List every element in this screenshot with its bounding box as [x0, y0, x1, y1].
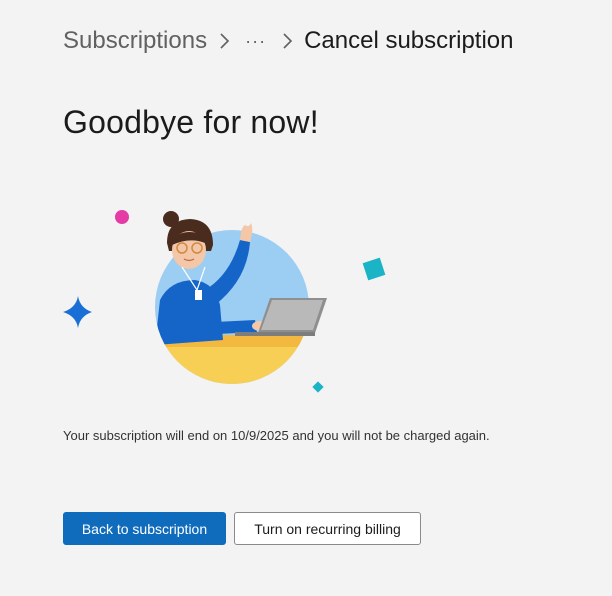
chevron-right-icon — [270, 22, 304, 60]
sparkle-icon — [63, 296, 92, 328]
goodbye-illustration — [63, 210, 386, 393]
breadcrumb-current-page: Cancel subscription — [304, 27, 514, 54]
breadcrumb-subscriptions-link[interactable]: Subscriptions — [63, 27, 207, 55]
cancellation-message: Your subscription will end on 10/9/2025 … — [63, 428, 490, 443]
turn-on-recurring-billing-button[interactable]: Turn on recurring billing — [234, 512, 421, 545]
page-title: Goodbye for now! — [63, 104, 319, 140]
chevron-right-icon — [207, 22, 241, 60]
breadcrumb-overflow-button[interactable]: ··· — [241, 31, 270, 52]
breadcrumb: Subscriptions ··· Cancel subscription — [63, 22, 514, 60]
teal-square — [362, 257, 386, 281]
pink-dot — [115, 210, 129, 224]
back-to-subscription-button[interactable]: Back to subscription — [63, 512, 226, 545]
teal-small-diamond — [312, 381, 324, 393]
